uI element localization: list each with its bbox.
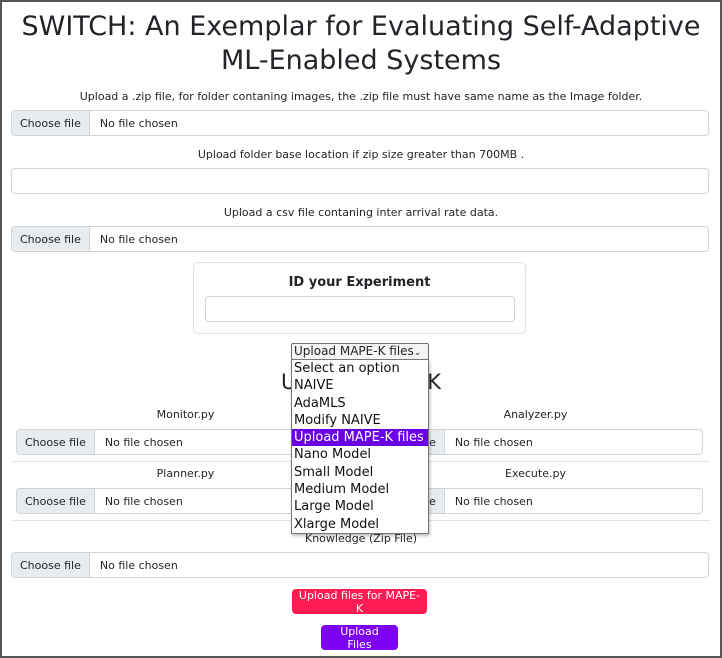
csv-choose-file-button[interactable]: Choose file	[12, 227, 90, 251]
csv-file-input[interactable]: Choose file No file chosen	[11, 226, 709, 252]
dropdown-option[interactable]: Large Model	[292, 498, 428, 515]
zip-file-input[interactable]: Choose file No file chosen	[11, 110, 709, 136]
experiment-card: ID your Experiment	[193, 262, 526, 334]
base-location-caption: Upload folder base location if zip size …	[197, 148, 525, 161]
monitor-choose-file-button[interactable]: Choose file	[17, 430, 95, 454]
csv-upload-caption: Upload a csv file contaning inter arriva…	[223, 206, 499, 219]
csv-file-status: No file chosen	[99, 232, 178, 246]
chevron-down-icon: ⌄	[413, 348, 422, 358]
analyzer-file-status: No file chosen	[454, 435, 533, 449]
base-location-input[interactable]	[11, 168, 709, 194]
planner-file-status: No file chosen	[104, 494, 183, 508]
experiment-title: ID your Experiment	[288, 275, 431, 290]
experiment-id-input[interactable]	[205, 296, 515, 322]
knowledge-choose-file-button[interactable]: Choose file	[12, 553, 90, 577]
dropdown-option[interactable]: Medium Model	[292, 481, 428, 498]
dropdown-option[interactable]: Modify NAIVE	[292, 412, 428, 429]
dropdown-option[interactable]: Small Model	[292, 464, 428, 481]
dropdown-option[interactable]: AdaMLS	[292, 395, 428, 412]
page-title: SWITCH: An Exemplar for Evaluating Self-…	[21, 11, 701, 76]
dropdown-option[interactable]: Select an option	[292, 360, 428, 377]
knowledge-file-input[interactable]: Choose file No file chosen	[11, 552, 709, 578]
approach-dropdown-list: Select an option NAIVE AdaMLS Modify NAI…	[291, 359, 429, 534]
upload-files-button[interactable]: Upload Files	[321, 625, 398, 651]
zip-upload-caption: Upload a .zip file, for folder contaning…	[79, 90, 643, 103]
dropdown-option-selected[interactable]: Upload MAPE-K files	[292, 429, 428, 447]
monitor-file-status: No file chosen	[104, 435, 183, 449]
dropdown-option[interactable]: NAIVE	[292, 377, 428, 394]
dropdown-option[interactable]: Nano Model	[292, 446, 428, 463]
planner-choose-file-button[interactable]: Choose file	[17, 489, 95, 513]
execute-file-status: No file chosen	[454, 494, 533, 508]
zip-choose-file-button[interactable]: Choose file	[12, 111, 90, 135]
zip-file-status: No file chosen	[99, 116, 178, 130]
dropdown-option[interactable]: Xlarge Model	[292, 516, 428, 533]
approach-select[interactable]: Upload MAPE-K files⌄	[291, 343, 429, 360]
approach-select-value: Upload MAPE-K files	[294, 344, 414, 358]
knowledge-file-status: No file chosen	[99, 558, 178, 572]
upload-mapek-button[interactable]: Upload files for MAPE-K	[292, 589, 427, 615]
